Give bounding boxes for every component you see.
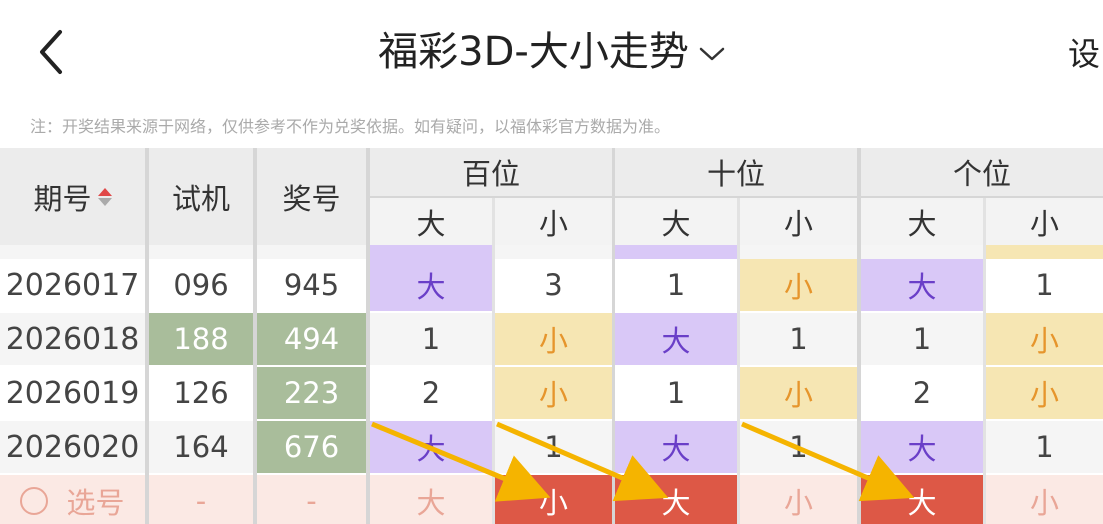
trend-cell: 1 <box>615 259 737 311</box>
disclaimer-notice: 注：开奖结果来源于网络，仅供参考不作为兑奖依据。如有疑问，以福体彩官方数据为准。 <box>30 117 671 136</box>
table-row-partial <box>149 245 253 259</box>
sub-header-big: 大 <box>370 198 492 245</box>
select-option-units-small[interactable]: 小 <box>986 475 1103 524</box>
period-cell: 2026017 <box>0 259 145 311</box>
chevron-down-icon <box>699 47 725 61</box>
top-bar: 福彩3D-大小走势 设 <box>0 0 1103 105</box>
period-cell: 2026019 <box>0 367 145 419</box>
award-cell: 223 <box>257 367 366 419</box>
row-divider <box>370 196 1103 198</box>
sub-header-big: 大 <box>861 198 983 245</box>
page-title-text: 福彩3D-大小走势 <box>378 29 689 75</box>
select-option-hundreds-small[interactable]: 小 <box>495 475 612 524</box>
sort-icon[interactable] <box>97 187 112 206</box>
back-button[interactable] <box>30 26 74 78</box>
table-row-partial <box>257 245 366 259</box>
table-row-partial <box>986 245 1103 259</box>
select-number-button[interactable]: 选号 <box>0 475 145 524</box>
column-header-trial: 试机 <box>149 148 253 245</box>
trend-cell: 1 <box>370 313 492 365</box>
sub-header-big: 大 <box>615 198 737 245</box>
trend-cell: 小 <box>495 313 612 365</box>
column-divider <box>366 148 370 524</box>
trial-cell: 096 <box>149 259 253 311</box>
group-header-hundreds: 百位 <box>370 148 612 196</box>
trend-cell: 1 <box>986 259 1103 311</box>
trend-cell: 2 <box>370 367 492 419</box>
period-cell: 2026020 <box>0 421 145 473</box>
trial-cell: 126 <box>149 367 253 419</box>
award-cell: 676 <box>257 421 366 473</box>
sub-header-small: 小 <box>740 198 857 245</box>
select-option-tens-big[interactable]: 大 <box>615 475 737 524</box>
sub-header-small: 小 <box>495 198 612 245</box>
group-header-tens: 十位 <box>615 148 857 196</box>
trend-cell: 1 <box>740 421 857 473</box>
select-award-cell: - <box>257 475 366 524</box>
column-divider <box>145 148 149 524</box>
table-row-partial <box>740 245 857 259</box>
radio-circle-icon[interactable] <box>20 487 49 515</box>
column-header-award: 奖号 <box>257 148 366 245</box>
column-divider <box>253 148 257 524</box>
trend-cell: 大 <box>861 421 983 473</box>
select-option-units-big[interactable]: 大 <box>861 475 983 524</box>
trend-cell: 大 <box>615 421 737 473</box>
sub-header-small: 小 <box>986 198 1103 245</box>
trend-cell: 1 <box>861 313 983 365</box>
chevron-left-icon <box>40 30 62 74</box>
column-divider <box>612 148 615 524</box>
trend-cell: 1 <box>986 421 1103 473</box>
column-header-period[interactable]: 期号 <box>0 148 145 245</box>
trend-table: 期号 试机 奖号 百位 十位 个位 大 小 大 小 大 小 2026017 09… <box>0 148 1103 524</box>
column-divider <box>492 198 495 524</box>
award-cell: 494 <box>257 313 366 365</box>
trend-cell: 大 <box>370 421 492 473</box>
select-trial-cell: - <box>149 475 253 524</box>
select-option-tens-small[interactable]: 小 <box>740 475 857 524</box>
trend-cell: 小 <box>986 313 1103 365</box>
select-number-label: 选号 <box>66 486 125 520</box>
group-header-units: 个位 <box>861 148 1103 196</box>
trend-cell: 1 <box>740 313 857 365</box>
column-header-period-label: 期号 <box>33 181 92 216</box>
trend-cell: 小 <box>495 367 612 419</box>
trend-cell: 1 <box>495 421 612 473</box>
trend-cell: 大 <box>861 259 983 311</box>
settings-button[interactable]: 设 <box>1068 32 1100 76</box>
column-divider <box>857 148 861 524</box>
trial-cell: 188 <box>149 313 253 365</box>
column-divider <box>737 198 740 524</box>
trend-cell: 小 <box>740 367 857 419</box>
table-row-partial <box>861 245 983 259</box>
trial-cell: 164 <box>149 421 253 473</box>
trend-cell: 2 <box>861 367 983 419</box>
trend-cell: 1 <box>615 367 737 419</box>
page-title[interactable]: 福彩3D-大小走势 <box>378 22 725 82</box>
table-row-partial <box>0 245 145 259</box>
trend-cell: 小 <box>986 367 1103 419</box>
period-cell: 2026018 <box>0 313 145 365</box>
trend-cell: 大 <box>370 259 492 311</box>
table-row-partial <box>370 245 492 259</box>
table-row-partial <box>495 245 612 259</box>
select-option-hundreds-big[interactable]: 大 <box>370 475 492 524</box>
award-cell: 945 <box>257 259 366 311</box>
column-divider <box>983 198 986 524</box>
trend-cell: 3 <box>495 259 612 311</box>
trend-cell: 小 <box>740 259 857 311</box>
trend-cell: 大 <box>615 313 737 365</box>
table-row-partial <box>615 245 737 259</box>
